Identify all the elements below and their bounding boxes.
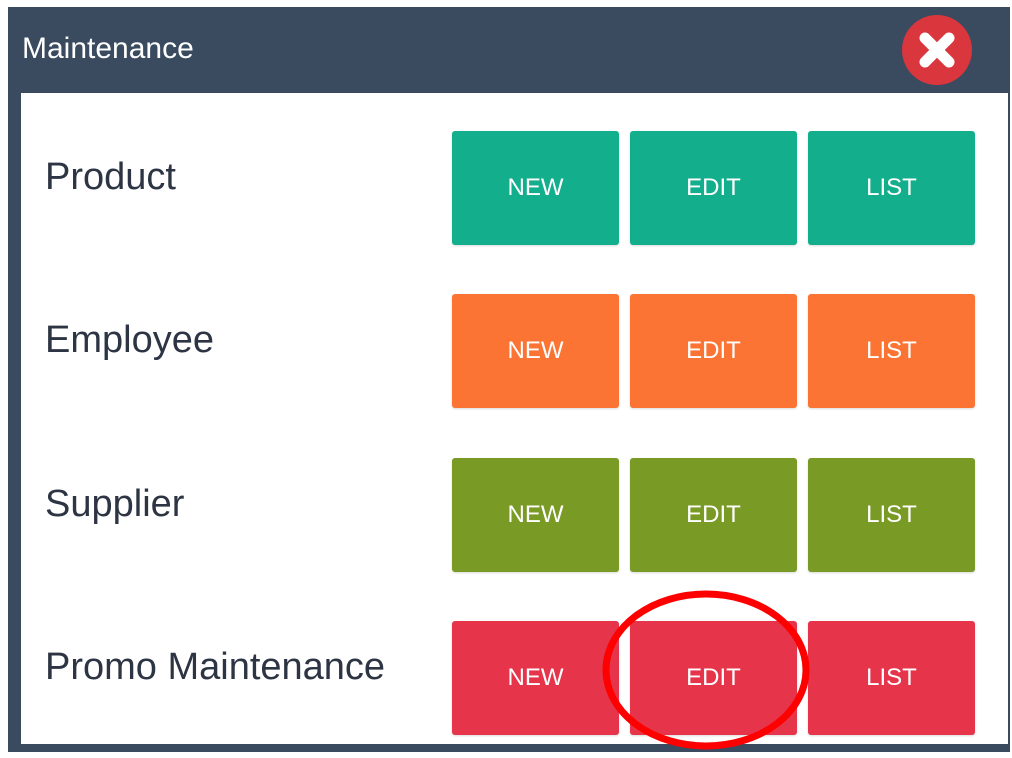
employee-edit-button[interactable]: EDIT [630, 294, 797, 408]
promo-list-button[interactable]: LIST [808, 621, 975, 735]
promo-new-button[interactable]: NEW [452, 621, 619, 735]
employee-list-button[interactable]: LIST [808, 294, 975, 408]
row-promo-maintenance: Promo Maintenance NEW EDIT LIST [21, 621, 1008, 735]
product-list-button[interactable]: LIST [808, 131, 975, 245]
row-label-supplier: Supplier [45, 483, 185, 525]
row-label-promo-maintenance: Promo Maintenance [45, 646, 386, 688]
row-employee: Employee NEW EDIT LIST [21, 294, 1008, 408]
close-icon [919, 32, 955, 68]
supplier-edit-button[interactable]: EDIT [630, 458, 797, 572]
product-edit-button[interactable]: EDIT [630, 131, 797, 245]
product-new-button[interactable]: NEW [452, 131, 619, 245]
maintenance-window: Maintenance Product NEW EDIT LIST Employ… [8, 7, 1010, 752]
row-label-product: Product [45, 156, 176, 198]
supplier-list-button[interactable]: LIST [808, 458, 975, 572]
row-label-employee: Employee [45, 319, 214, 361]
maintenance-panel: Product NEW EDIT LIST Employee NEW EDIT … [21, 93, 1008, 744]
window-title: Maintenance [22, 32, 194, 65]
row-product: Product NEW EDIT LIST [21, 131, 1008, 245]
title-bar: Maintenance [8, 7, 1010, 93]
close-button[interactable] [902, 15, 972, 85]
employee-new-button[interactable]: NEW [452, 294, 619, 408]
row-supplier: Supplier NEW EDIT LIST [21, 458, 1008, 572]
supplier-new-button[interactable]: NEW [452, 458, 619, 572]
promo-edit-button[interactable]: EDIT [630, 621, 797, 735]
